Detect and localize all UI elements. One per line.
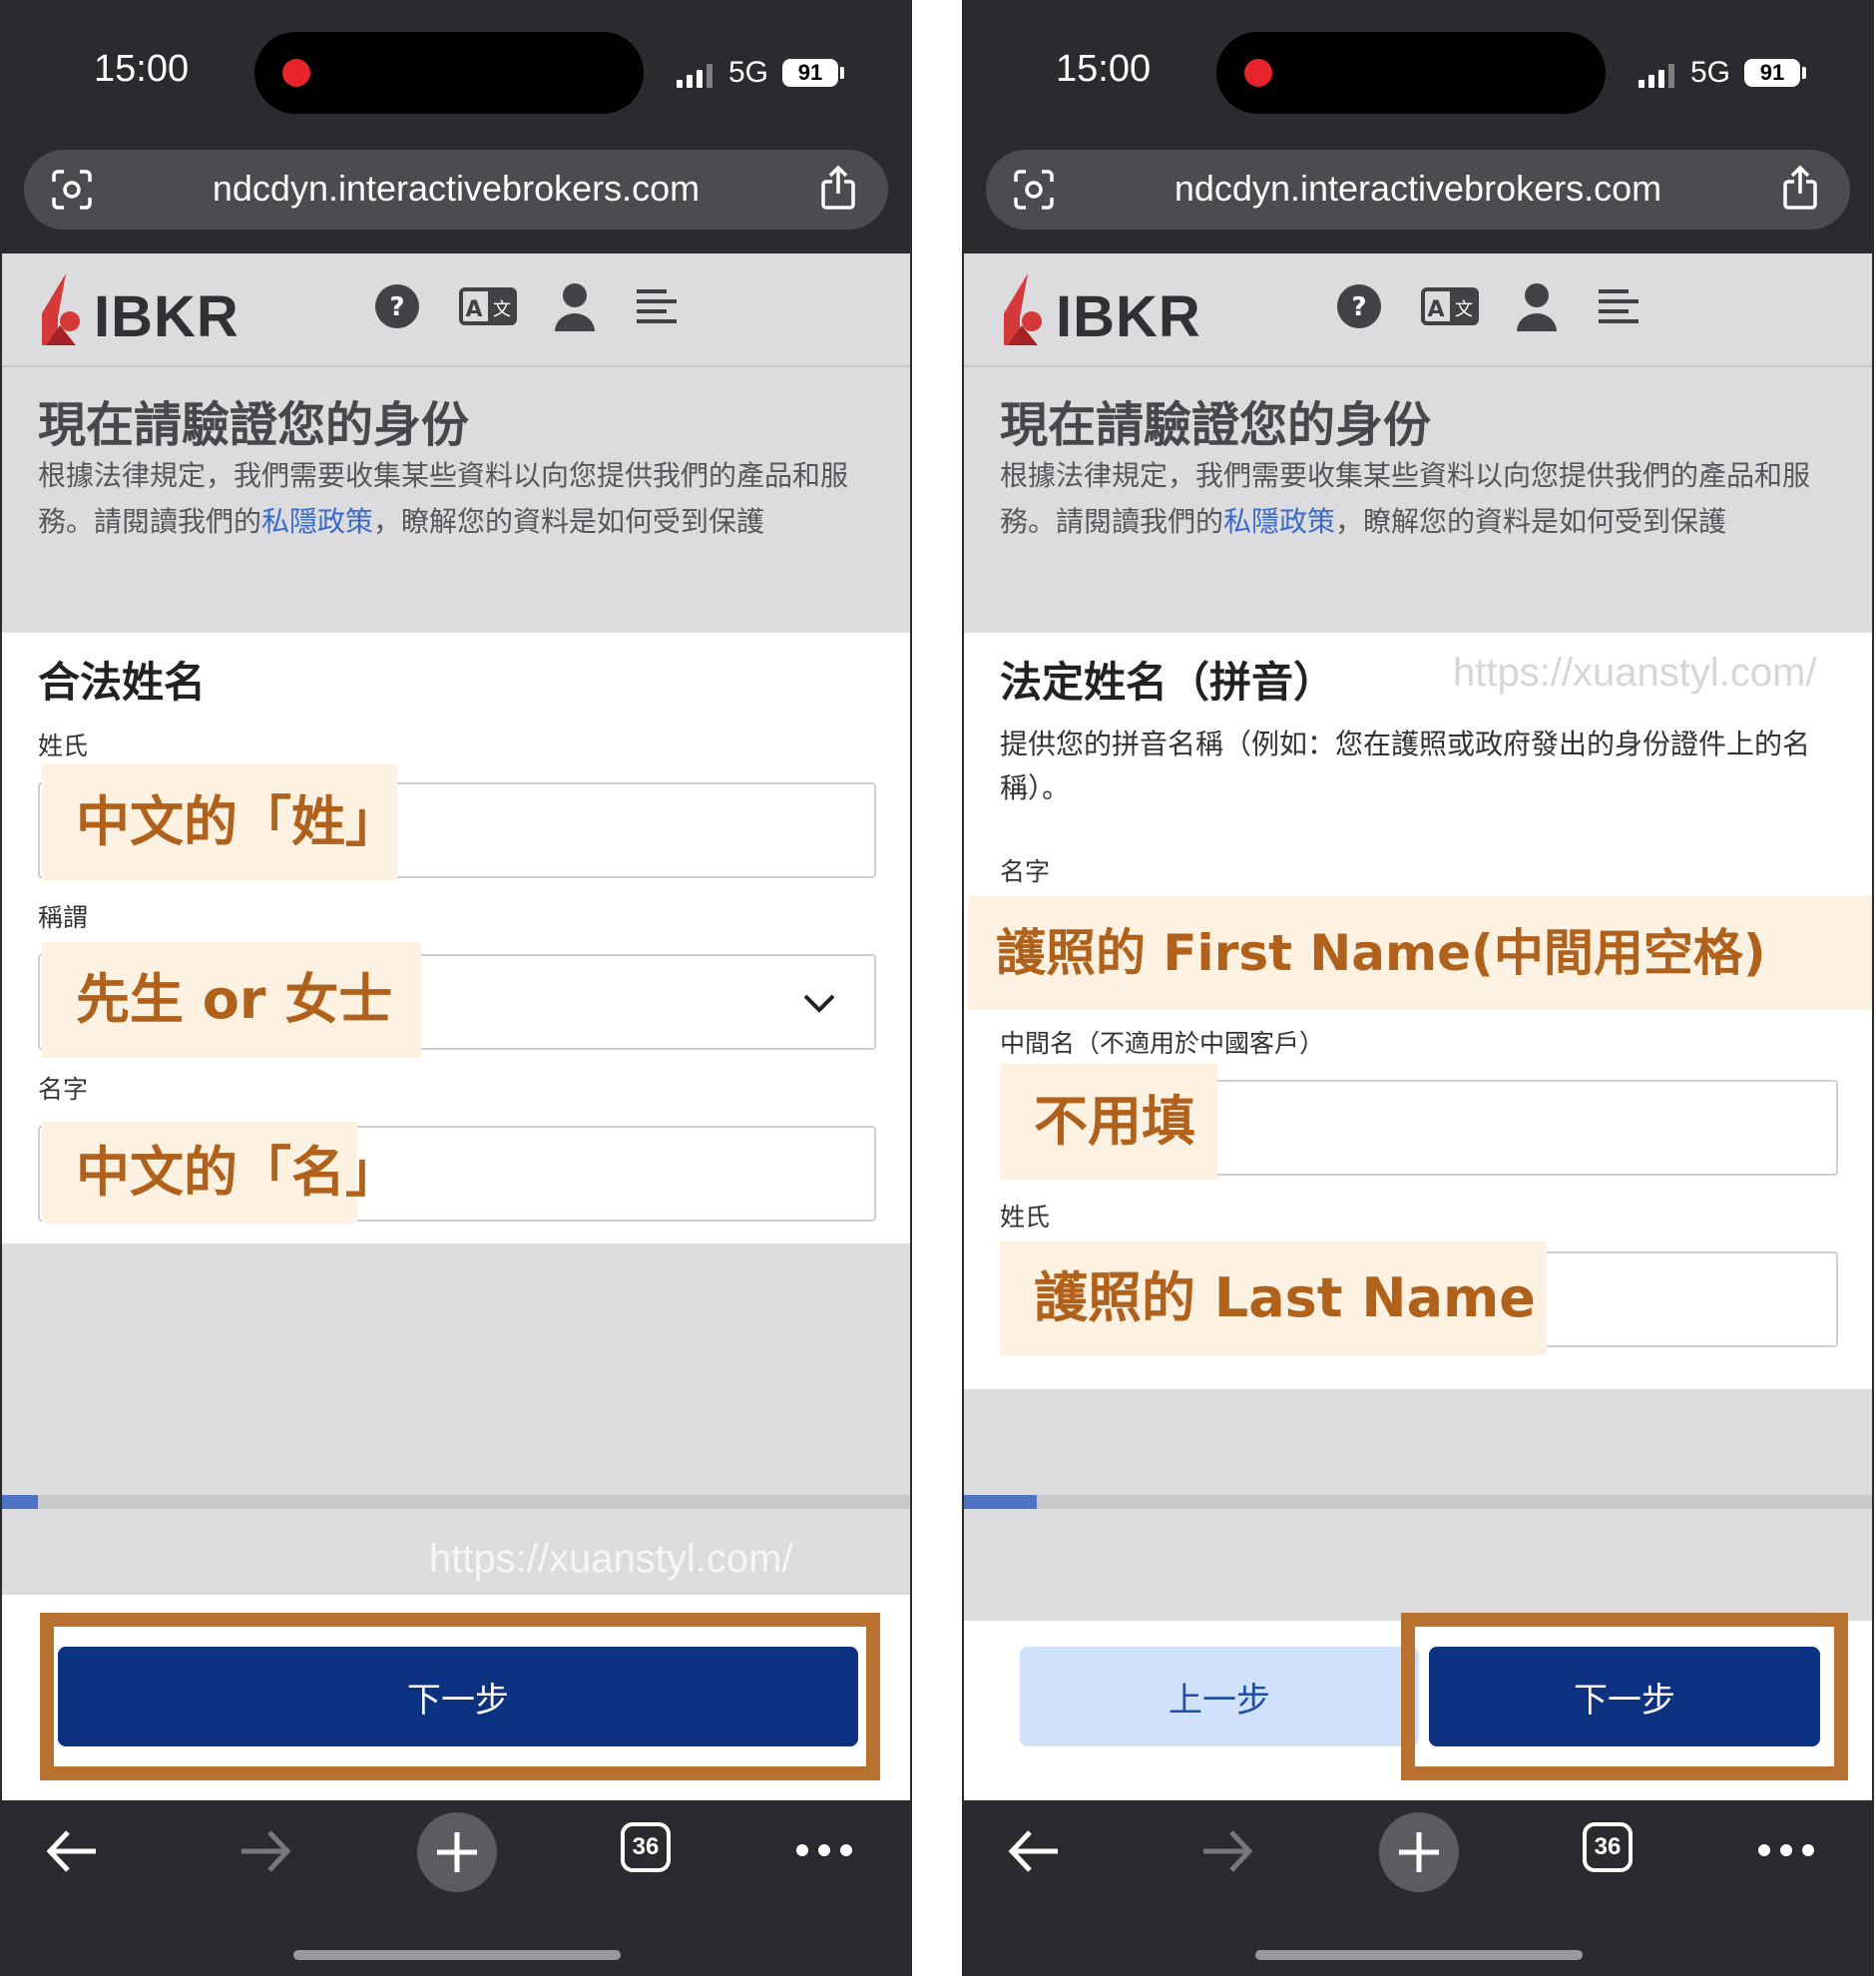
middle-name-annotation: 不用填 (1000, 1064, 1217, 1180)
web-content: IBKR ? A 文 現在請驗證您的身份 根據法律規定，我們需要收集某些資料以向… (2, 253, 910, 1800)
page-description: 根據法律規定，我們需要收集某些資料以向您提供我們的產品和服務。請閱讀我們的私隱政… (1000, 453, 1838, 545)
last-name-annotation: 護照的 Last Name (1000, 1241, 1547, 1355)
tabs-icon[interactable]: 36 (621, 1822, 671, 1872)
home-indicator (1255, 1950, 1583, 1960)
status-time: 15:00 (1056, 48, 1152, 90)
page-description: 根據法律規定，我們需要收集某些資料以向您提供我們的產品和服務。請閱讀我們的私隱政… (38, 453, 876, 545)
surname-label: 姓氏 (38, 732, 89, 760)
section-title: 合法姓名 (38, 658, 207, 707)
ibkr-logo: IBKR (94, 284, 239, 349)
url-bar[interactable]: ndcdyn.interactivebrokers.com (986, 150, 1850, 230)
page-header: IBKR ? A 文 現在請驗證您的身份 根據法律規定，我們需要收集某些資料以向… (964, 253, 1872, 633)
more-icon[interactable] (796, 1844, 852, 1856)
title-label: 稱謂 (38, 903, 89, 932)
language-icon[interactable]: A 文 (459, 281, 517, 331)
account-icon[interactable] (553, 281, 597, 331)
page-title: 現在請驗證您的身份 (38, 397, 470, 453)
last-name-label: 姓氏 (1000, 1203, 1051, 1232)
forward-arrow-icon[interactable] (1199, 1826, 1255, 1876)
header-divider (964, 365, 1872, 367)
page-header: IBKR ? A 文 現在請驗證您的身份 根據法律規定，我們需要收集某些資料以向… (2, 253, 910, 633)
first-name-label: 名字 (1000, 857, 1051, 886)
description-text-end: ，瞭解您的資料是如何受到保護 (1335, 505, 1727, 538)
battery-cap (1802, 67, 1806, 79)
browser-toolbar: 36 (0, 1800, 912, 1976)
given-name-annotation: 中文的「名」 (42, 1122, 399, 1224)
status-time: 15:00 (94, 48, 190, 90)
progress-bar (964, 1495, 1872, 1509)
previous-button[interactable]: 上一步 (1020, 1647, 1419, 1746)
battery-icon: 91 (782, 59, 838, 87)
header-divider (2, 365, 910, 367)
svg-text:文: 文 (1455, 299, 1473, 320)
new-tab-button[interactable] (1379, 1812, 1459, 1892)
language-icon[interactable]: A 文 (1421, 281, 1479, 331)
help-icon[interactable]: ? (1335, 281, 1383, 331)
watermark: https://xuanstyl.com/ (429, 1537, 793, 1581)
svg-text:A: A (1427, 297, 1444, 322)
annotation-highlight-frame (1401, 1613, 1848, 1780)
url-bar[interactable]: ndcdyn.interactivebrokers.com (24, 150, 888, 230)
recording-indicator-icon (282, 59, 310, 87)
battery-icon: 91 (1744, 59, 1800, 87)
back-arrow-icon[interactable] (1006, 1826, 1062, 1876)
first-name-annotation[interactable]: 護照的 First Name(中間用空格) (968, 896, 1872, 1010)
url-text: ndcdyn.interactivebrokers.com (1173, 168, 1662, 209)
page-title: 現在請驗證您的身份 (1000, 397, 1432, 453)
svg-text:A: A (465, 297, 482, 322)
network-type: 5G (728, 56, 769, 89)
dynamic-island (254, 32, 644, 114)
share-icon[interactable] (1780, 164, 1820, 212)
back-arrow-icon[interactable] (44, 1826, 100, 1876)
watermark: https://xuanstyl.com/ (1453, 651, 1817, 695)
given-name-label: 名字 (38, 1075, 89, 1104)
surname-annotation: 中文的「姓」 (42, 764, 399, 880)
account-icon[interactable] (1515, 281, 1559, 331)
network-type: 5G (1690, 56, 1731, 89)
help-icon[interactable]: ? (373, 281, 421, 331)
annotation-highlight-frame (40, 1613, 880, 1780)
ibkr-logo: IBKR (1056, 284, 1201, 349)
svg-text:?: ? (1351, 292, 1366, 322)
menu-icon[interactable] (635, 281, 679, 331)
svg-text:文: 文 (493, 299, 511, 320)
chevron-down-icon[interactable] (802, 992, 836, 1014)
new-tab-button[interactable] (417, 1812, 497, 1892)
browser-toolbar: 36 (962, 1800, 1874, 1976)
right-phone-screenshot: 15:00 5G 91 ndcdyn.interactivebrokers.co… (962, 0, 1874, 1976)
more-icon[interactable] (1758, 1844, 1814, 1856)
menu-icon[interactable] (1597, 281, 1641, 331)
privacy-policy-link[interactable]: 私隱政策 (261, 505, 373, 538)
section-description: 提供您的拼音名稱（例如：您在護照或政府發出的身份證件上的名稱）。 (1000, 728, 1811, 804)
signal-icon (1639, 64, 1674, 88)
progress-fill (964, 1495, 1037, 1509)
forward-arrow-icon[interactable] (237, 1826, 293, 1876)
share-icon[interactable] (818, 164, 858, 212)
plus-icon (1399, 1832, 1439, 1872)
progress-fill (2, 1495, 39, 1509)
dynamic-island (1216, 32, 1606, 114)
battery-cap (840, 67, 844, 79)
ibkr-logo-mark-icon (1004, 273, 1042, 345)
svg-text:?: ? (389, 292, 404, 322)
url-text: ndcdyn.interactivebrokers.com (212, 168, 701, 209)
privacy-policy-link[interactable]: 私隱政策 (1223, 505, 1335, 538)
ibkr-logo-mark-icon (42, 273, 80, 345)
section-title: 法定姓名（拼音） (1000, 658, 1336, 707)
description-text-end: ，瞭解您的資料是如何受到保護 (373, 505, 765, 538)
title-annotation: 先生 or 女士 (42, 942, 421, 1058)
web-content: IBKR ? A 文 現在請驗證您的身份 根據法律規定，我們需要收集某些資料以向… (964, 253, 1872, 1800)
left-phone-screenshot: 15:00 5G 91 ndcdyn.interactivebrokers.co… (0, 0, 912, 1976)
home-indicator (293, 1950, 621, 1960)
progress-bar (2, 1495, 910, 1509)
tabs-icon[interactable]: 36 (1583, 1822, 1633, 1872)
recording-indicator-icon (1244, 59, 1272, 87)
plus-icon (437, 1832, 477, 1872)
signal-icon (677, 64, 712, 88)
middle-name-label: 中間名（不適用於中國客戶） (1000, 1029, 1325, 1058)
